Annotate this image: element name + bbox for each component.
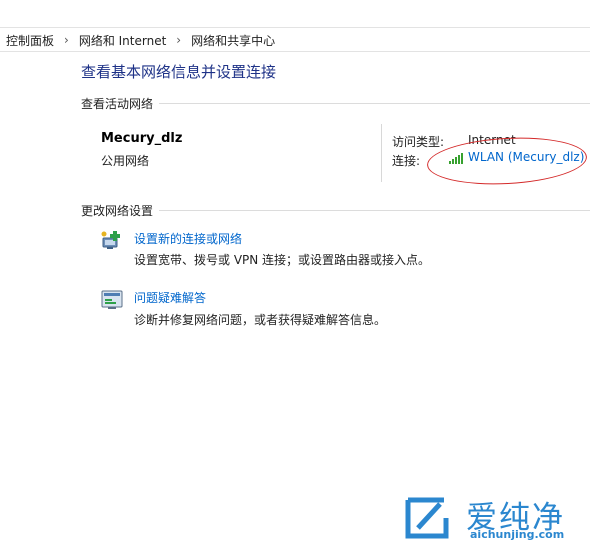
connections-label: 连接: — [392, 154, 421, 168]
setup-new-connection-link[interactable]: 设置新的连接或网络 — [134, 230, 242, 247]
page-title: 查看基本网络信息并设置连接 — [81, 63, 277, 81]
troubleshoot-icon — [100, 289, 124, 311]
active-networks-heading: 查看活动网络 — [81, 97, 154, 111]
watermark-logo-icon — [402, 496, 452, 540]
network-type[interactable]: 公用网络 — [101, 152, 149, 169]
breadcrumb-item-control-panel[interactable]: 控制面板 — [6, 32, 54, 49]
change-settings-heading: 更改网络设置 — [81, 204, 154, 218]
change-settings-section-heading: 更改网络设置 — [81, 202, 590, 219]
wlan-connection-label: WLAN (Mecury_dlz) — [468, 150, 585, 164]
network-info-divider — [381, 124, 382, 182]
breadcrumb-separator[interactable]: › — [176, 33, 181, 47]
wifi-signal-icon — [449, 153, 463, 164]
watermark-url: aichunjing.com — [470, 528, 565, 541]
breadcrumb-item-network-internet[interactable]: 网络和 Internet — [79, 32, 166, 49]
active-networks-section-heading: 查看活动网络 — [81, 95, 590, 112]
breadcrumb-item-network-sharing-center[interactable]: 网络和共享中心 — [191, 32, 275, 49]
wlan-connection-link[interactable]: WLAN (Mecury_dlz) — [449, 150, 584, 164]
section-rule — [159, 210, 590, 211]
troubleshoot-problems-description: 诊断并修复网络问题，或者获得疑难解答信息。 — [134, 313, 387, 327]
breadcrumb-separator[interactable]: › — [64, 33, 69, 47]
troubleshoot-problems-link[interactable]: 问题疑难解答 — [134, 289, 206, 306]
new-connection-icon — [100, 229, 124, 251]
setup-new-connection-description: 设置宽带、拨号或 VPN 连接；或设置路由器或接入点。 — [134, 253, 431, 267]
address-bar-area — [0, 0, 590, 28]
breadcrumb: 控制面板 › 网络和 Internet › 网络和共享中心 — [6, 31, 275, 49]
breadcrumb-divider — [0, 51, 590, 52]
network-name: Mecury_dlz — [101, 131, 183, 146]
access-type-value: Internet — [468, 133, 516, 147]
section-rule — [159, 103, 590, 104]
access-type-label: 访问类型: — [392, 135, 445, 149]
